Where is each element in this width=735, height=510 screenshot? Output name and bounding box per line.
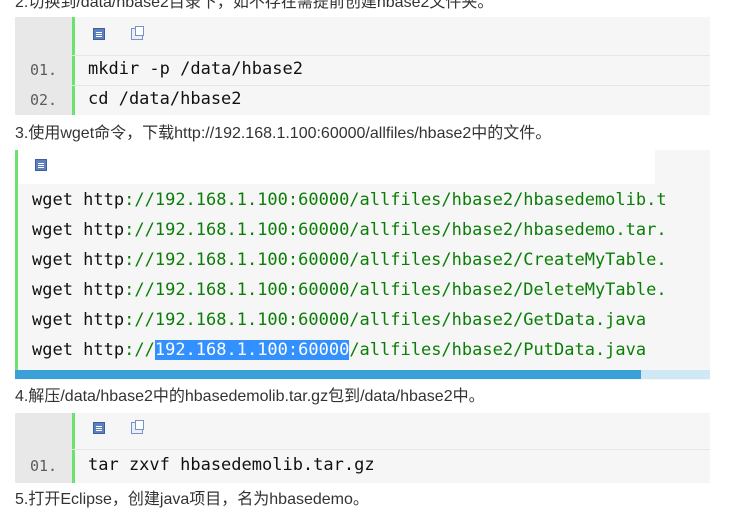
line-number: 02. (29, 91, 58, 109)
view-source-icon[interactable] (93, 28, 105, 40)
text-selection: 192.168.1.100:60000 (154, 340, 350, 360)
code-line-selected: wget http://192.168.1.100:60000/allfiles… (32, 340, 647, 360)
code-block-mkdir: 01. mkdir -p /data/hbase2 02. cd /data/h… (15, 17, 710, 115)
step-2-text: 2.切换到/data/hbase2目录下，如不存在需提前创建hbase2文件夹。 (15, 0, 494, 11)
scrollbar-thumb[interactable] (15, 370, 641, 379)
step-5-text: 5.打开Eclipse，创建java项目，名为hbasedemo。 (15, 491, 369, 508)
code-block-tar: 01. tar zxvf hbasedemolib.tar.gz (15, 413, 710, 483)
code-line: wget http://192.168.1.100:60000/allfiles… (32, 250, 667, 270)
line-number: 01. (29, 61, 58, 79)
code-toolbar (93, 413, 169, 443)
toolbar-divider (72, 55, 710, 56)
step-4-text: 4.解压/data/hbase2中的hbasedemolib.tar.gz包到/… (15, 388, 485, 405)
code-line: wget http://192.168.1.100:60000/allfiles… (32, 220, 667, 240)
toolbar-area (18, 150, 655, 184)
horizontal-scrollbar[interactable] (15, 370, 710, 379)
toolbar-divider (72, 449, 710, 450)
step-3-text: 3.使用wget命令，下载http://192.168.1.100:60000/… (15, 125, 552, 142)
copy-icon[interactable] (131, 420, 144, 434)
copy-icon[interactable] (131, 26, 144, 40)
gutter-accent-line (72, 413, 75, 483)
gutter-accent-line (72, 17, 75, 115)
view-source-icon[interactable] (35, 159, 47, 171)
code-block-wget: wget http://192.168.1.100:60000/allfiles… (15, 150, 710, 380)
code-line: cd /data/hbase2 (88, 89, 242, 109)
code-toolbar (35, 150, 73, 180)
view-source-icon[interactable] (93, 422, 105, 434)
line-divider (72, 85, 710, 86)
code-line: wget http://192.168.1.100:60000/allfiles… (32, 310, 647, 330)
code-toolbar (93, 19, 169, 49)
code-line: tar zxvf hbasedemolib.tar.gz (88, 455, 375, 475)
line-number: 01. (29, 457, 58, 475)
code-line: mkdir -p /data/hbase2 (88, 59, 303, 79)
code-line: wget http://192.168.1.100:60000/allfiles… (32, 280, 667, 300)
code-line: wget http://192.168.1.100:60000/allfiles… (32, 190, 667, 210)
